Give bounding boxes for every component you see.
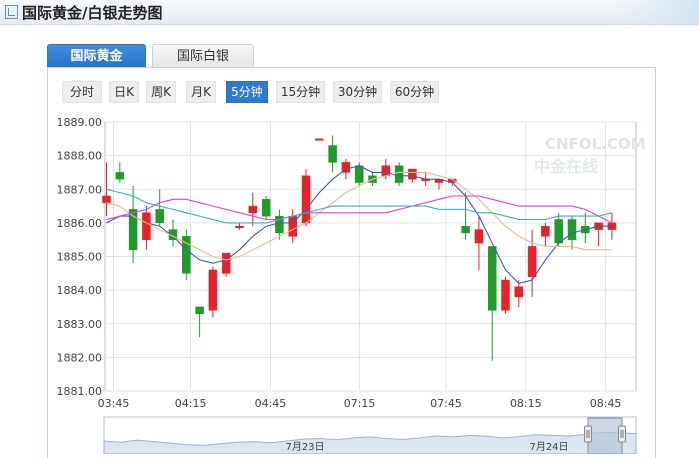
candle xyxy=(501,276,510,314)
navigator-date-label: 7月24日 xyxy=(529,441,568,453)
x-tick-label: 03:45 xyxy=(98,397,130,410)
y-tick-label: 1884.00 xyxy=(57,284,103,297)
candle-body xyxy=(208,269,218,311)
navigator-date-label: 7月23日 xyxy=(285,441,324,453)
candle-body xyxy=(354,165,364,183)
watermark-chinese: 中金在线 xyxy=(534,157,598,176)
y-tick-label: 1889.00 xyxy=(57,116,103,129)
candle-body xyxy=(527,246,537,277)
candle xyxy=(221,252,231,277)
navigator-handle[interactable] xyxy=(618,425,626,443)
candle-body xyxy=(501,279,510,311)
candle-body xyxy=(514,286,524,298)
candle-body xyxy=(155,209,164,224)
candle-body xyxy=(554,219,563,244)
x-tick-label: 07:15 xyxy=(344,397,376,410)
candle-body xyxy=(115,172,125,180)
candle xyxy=(261,195,271,220)
x-tick-label: 08:15 xyxy=(510,397,542,410)
candle-body xyxy=(461,225,470,234)
candle-body xyxy=(288,215,297,237)
y-tick-label: 1886.00 xyxy=(57,217,103,230)
y-tick-label: 1883.00 xyxy=(57,318,103,331)
candle xyxy=(315,138,324,141)
candle-body xyxy=(235,225,244,228)
x-tick-label: 04:45 xyxy=(255,397,287,410)
y-tick-label: 1881.00 xyxy=(57,385,103,398)
candle-body xyxy=(195,306,204,314)
navigator-handle-grip xyxy=(584,425,592,443)
candle-body xyxy=(381,165,391,177)
candle-body xyxy=(394,165,404,183)
candle-body xyxy=(102,195,111,203)
candle-body xyxy=(408,168,417,180)
candle-body xyxy=(567,219,577,240)
x-tick-label: 04:15 xyxy=(175,397,207,410)
candle-body xyxy=(301,175,311,224)
navigator-selection xyxy=(587,417,623,454)
candle-body xyxy=(142,212,151,240)
candle xyxy=(301,169,311,227)
candle-body xyxy=(474,229,484,244)
navigator-handle[interactable] xyxy=(584,425,592,443)
candlestick-chart: CNFOL.COM 中金在线 1889.00 1888.00 1887.00 1886… xyxy=(57,116,646,454)
candle xyxy=(182,229,191,281)
candle-body xyxy=(261,199,271,217)
y-tick-label: 1888.00 xyxy=(57,150,103,163)
y-tick-label: 1882.00 xyxy=(57,351,103,364)
x-tick-label: 07:45 xyxy=(430,397,462,410)
candle-body xyxy=(328,145,337,163)
watermark-latin: CNFOL.COM xyxy=(545,135,646,153)
candle-body xyxy=(221,252,231,274)
navigator-handle-grip xyxy=(618,425,626,443)
y-tick-label: 1885.00 xyxy=(57,251,103,264)
candle-body xyxy=(248,205,258,214)
candle-body xyxy=(487,246,497,311)
candle xyxy=(394,162,404,186)
x-tick-label: 08:45 xyxy=(590,397,622,410)
candle xyxy=(208,266,218,318)
candle-body xyxy=(541,225,550,237)
candle-body xyxy=(315,138,324,141)
y-tick-label: 1887.00 xyxy=(57,183,103,196)
